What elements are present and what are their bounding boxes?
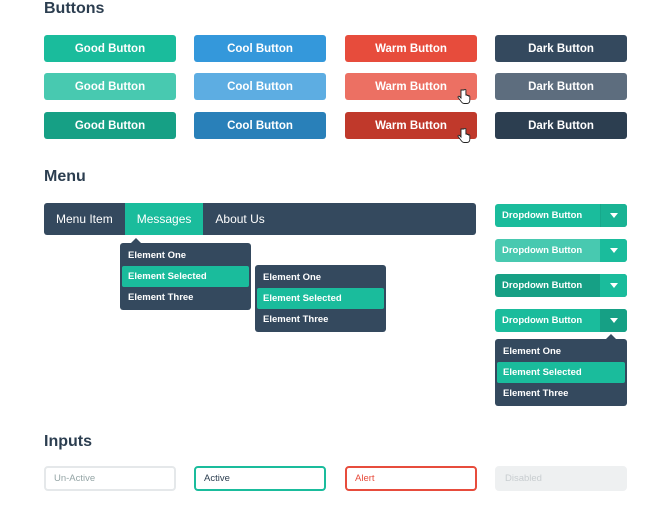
dropdown-button-label: Dropdown Button [502,245,583,256]
good-button-pressed[interactable]: Good Button [44,112,176,139]
dropdown-toggle[interactable] [600,204,627,227]
inputs-section-title: Inputs [44,433,92,450]
good-button[interactable]: Good Button [44,35,176,62]
dropdown-item[interactable]: Element One [497,341,625,362]
caret-down-icon [609,283,618,288]
dropdown-item[interactable]: Element Three [122,287,249,308]
hand-cursor-icon [457,128,471,143]
dropdown-item[interactable]: Element One [257,267,384,288]
cool-button-pressed[interactable]: Cool Button [194,112,326,139]
dropdown-item-selected[interactable]: Element Selected [257,288,384,309]
dropdown-item[interactable]: Element Three [257,309,384,330]
disabled-input [495,466,627,491]
unactive-input[interactable] [44,466,176,491]
menu-item-about-us[interactable]: About Us [203,203,276,235]
dropdown-button[interactable]: Dropdown Button [495,204,627,227]
dropdown-button-label: Dropdown Button [502,315,583,326]
submenu-dropdown: Element One Element Selected Element Thr… [255,265,386,332]
hand-cursor-icon [457,89,471,104]
menu-bar: Menu Item Messages About Us [44,203,476,235]
dropdown-button-menu: Element One Element Selected Element Thr… [495,339,627,406]
dropdown-item[interactable]: Element One [122,245,249,266]
dropdown-toggle[interactable] [600,239,627,262]
warm-button[interactable]: Warm Button [345,35,477,62]
cool-button-hover[interactable]: Cool Button [194,73,326,100]
dropdown-toggle[interactable] [600,309,627,332]
good-button-hover[interactable]: Good Button [44,73,176,100]
messages-dropdown: Element One Element Selected Element Thr… [120,243,251,310]
dark-button-pressed[interactable]: Dark Button [495,112,627,139]
dropdown-item[interactable]: Element Three [497,383,625,404]
dropdown-button-hover[interactable]: Dropdown Button [495,239,627,262]
cool-button[interactable]: Cool Button [194,35,326,62]
dark-button-hover[interactable]: Dark Button [495,73,627,100]
dark-button[interactable]: Dark Button [495,35,627,62]
dropdown-toggle[interactable] [600,274,627,297]
dropdown-button-open[interactable]: Dropdown Button [495,309,627,332]
dropdown-button-label: Dropdown Button [502,280,583,291]
caret-down-icon [609,248,618,253]
dropdown-button-label: Dropdown Button [502,210,583,221]
menu-item-messages[interactable]: Messages [124,203,204,235]
active-input[interactable] [194,466,326,491]
dropdown-button-pressed[interactable]: Dropdown Button [495,274,627,297]
dropdown-item-selected[interactable]: Element Selected [122,266,249,287]
caret-down-icon [610,213,618,218]
menu-item-menu-item[interactable]: Menu Item [44,203,125,235]
alert-input[interactable] [345,466,477,491]
menu-section-title: Menu [44,168,86,185]
dropdown-item-selected[interactable]: Element Selected [497,362,625,383]
buttons-section-title: Buttons [44,0,105,17]
caret-down-icon [609,318,618,323]
